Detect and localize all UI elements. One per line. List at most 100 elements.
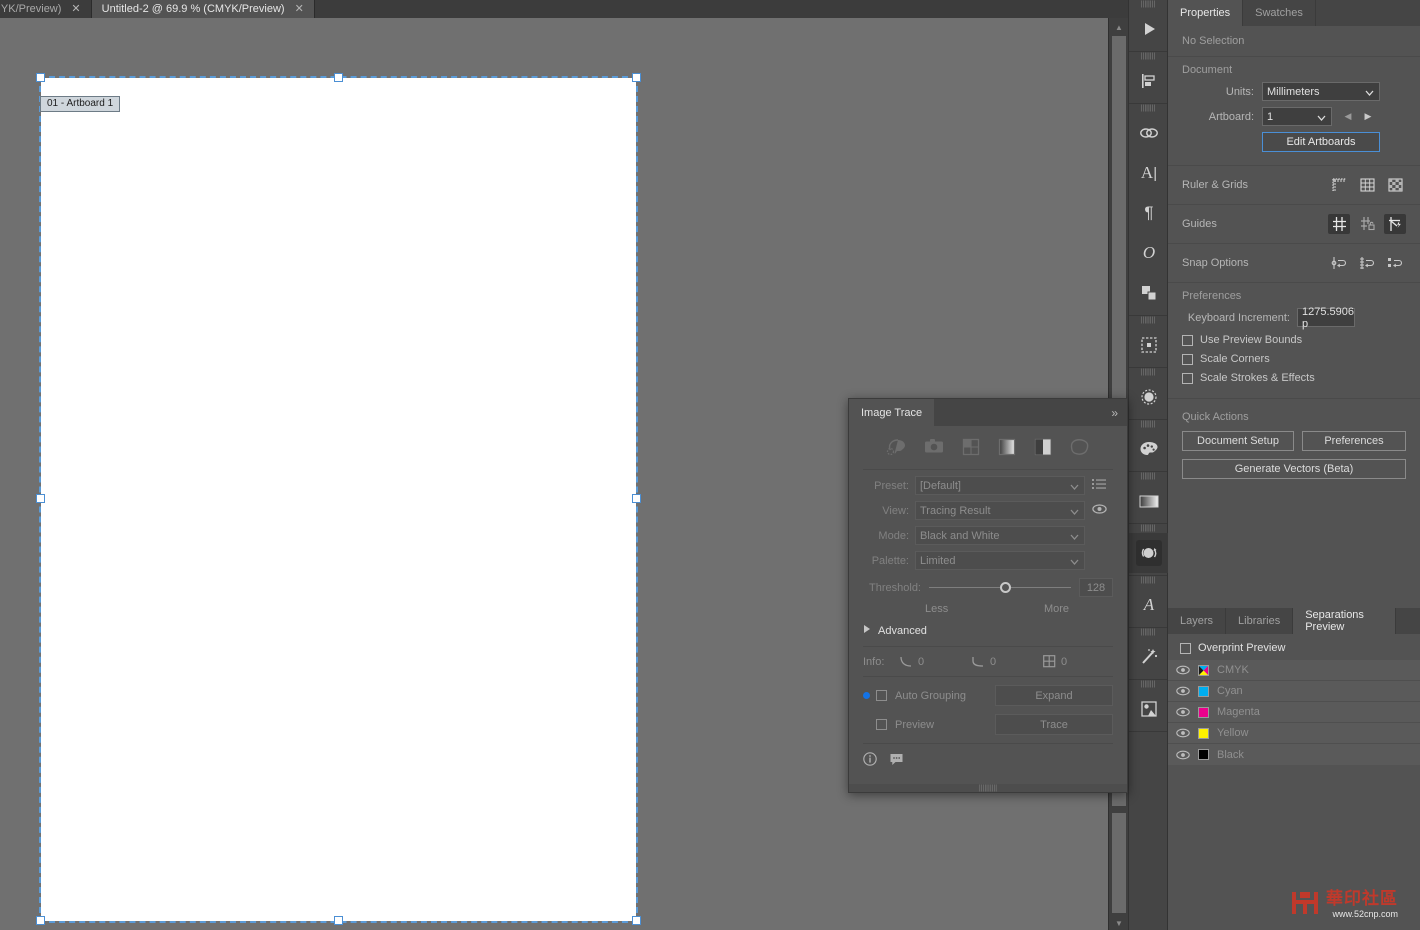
advanced-disclosure[interactable]: Advanced [863,624,1113,637]
image-trace-icon[interactable] [1129,533,1169,573]
artboard-name-label[interactable]: 01 - Artboard 1 [40,96,121,112]
tab-libraries[interactable]: Libraries [1226,608,1294,634]
close-icon[interactable]: ✕ [71,3,80,15]
preset-select[interactable]: [Default] [915,476,1085,495]
preset-menu-icon[interactable] [1092,478,1106,493]
drag-grip[interactable]: |||||||| [1129,316,1167,325]
info-icon[interactable] [863,752,877,769]
image-trace-panel[interactable]: Image Trace » Preset: [Default] View: Tr… [848,398,1128,793]
quick-actions-row-2: Generate Vectors (Beta) [1182,459,1406,479]
magic-wand-icon[interactable] [1129,637,1169,677]
drag-grip[interactable]: |||||||| [1129,524,1167,533]
tab-properties[interactable]: Properties [1168,0,1244,26]
scroll-up-icon[interactable]: ▲ [1109,20,1129,36]
glyphs-icon[interactable]: O [1129,233,1169,273]
drag-grip[interactable]: |||||||| [1129,472,1167,481]
eye-icon[interactable] [1176,707,1190,717]
threshold-value-input[interactable]: 128 [1079,578,1113,597]
separation-row-cmyk[interactable]: CMYK [1168,660,1420,681]
panel-resize-grip[interactable]: |||||||||| [849,784,1127,792]
lock-guides-icon[interactable] [1356,214,1378,234]
eye-icon[interactable] [1176,728,1190,738]
separation-row-yellow[interactable]: Yellow [1168,723,1420,744]
smart-guides-icon[interactable] [1384,214,1406,234]
panel-collapse-button[interactable]: » [934,399,1127,426]
link-chain-icon[interactable] [1129,113,1169,153]
mode-select[interactable]: Black and White [915,526,1085,545]
low-color-icon[interactable] [962,438,980,459]
preferences-button[interactable]: Preferences [1302,431,1406,451]
play-arrow-icon[interactable] [1129,9,1169,49]
separation-row-black[interactable]: Black [1168,744,1420,765]
scale-corners-checkbox[interactable]: Scale Corners [1182,353,1406,365]
comment-icon[interactable] [889,753,904,769]
units-select[interactable]: Millimeters [1262,82,1380,101]
outline-icon[interactable] [1070,438,1090,459]
artboards-icon[interactable] [1129,325,1169,365]
tab-image-trace[interactable]: Image Trace [849,399,935,426]
asset-export-icon[interactable] [1129,689,1169,729]
drag-grip[interactable]: |||||||| [1129,104,1167,113]
slider-knob[interactable] [1000,581,1011,593]
color-palette-icon[interactable] [1129,429,1169,469]
separation-row-cyan[interactable]: Cyan [1168,681,1420,702]
tab-swatches[interactable]: Swatches [1243,0,1316,26]
transparency-grid-icon[interactable] [1384,175,1406,195]
tab-separations-preview[interactable]: Separations Preview [1293,608,1396,634]
generate-vectors-button[interactable]: Generate Vectors (Beta) [1182,459,1406,479]
type-tool-icon[interactable]: A | [1129,153,1169,193]
auto-grouping-checkbox[interactable] [876,690,887,701]
preview-checkbox[interactable] [876,719,887,730]
drag-grip[interactable]: |||||||| [1129,52,1167,61]
close-icon[interactable]: ✕ [295,3,304,15]
trace-button[interactable]: Trace [995,714,1113,735]
edit-artboards-button[interactable]: Edit Artboards [1262,132,1380,152]
tab-layers[interactable]: Layers [1168,608,1227,634]
drag-grip[interactable]: |||||||| [1129,420,1167,429]
next-artboard-icon[interactable]: ▶ [1361,108,1375,126]
scale-strokes-effects-checkbox[interactable]: Scale Strokes & Effects [1182,372,1406,384]
palette-select[interactable]: Limited [915,551,1085,570]
eye-icon[interactable] [1176,665,1190,675]
drag-grip[interactable]: |||||||| [1129,680,1167,689]
drag-grip[interactable]: |||||||| [1129,0,1167,9]
transform-icon[interactable] [1129,273,1169,313]
separation-row-magenta[interactable]: Magenta [1168,702,1420,723]
eye-icon[interactable] [1176,750,1190,760]
document-setup-button[interactable]: Document Setup [1182,431,1294,451]
black-and-white-icon[interactable] [1034,438,1052,459]
overprint-preview-checkbox[interactable]: Overprint Preview [1180,642,1410,654]
expand-button[interactable]: Expand [995,685,1113,706]
threshold-slider[interactable] [929,581,1071,594]
artboard[interactable] [41,78,636,921]
show-guides-icon[interactable] [1328,214,1350,234]
grid-icon[interactable] [1356,175,1378,195]
tab-label: Properties [1180,7,1231,19]
drag-grip[interactable]: |||||||| [1129,628,1167,637]
use-preview-bounds-checkbox[interactable]: Use Preview Bounds [1182,334,1406,346]
snap-to-grid-icon[interactable] [1356,253,1378,273]
auto-color-icon[interactable] [886,438,906,459]
scrollbar-thumb-lower[interactable] [1112,813,1126,913]
transparency-icon[interactable] [1129,377,1169,417]
gradient-icon[interactable] [1129,481,1169,521]
paragraph-icon[interactable]: ¶ [1129,193,1169,233]
keyboard-increment-input[interactable]: 1275.5906 p [1297,306,1355,330]
document-tab-1[interactable]: Untitled-2 @ 69.9 % (CMYK/Preview) ✕ [91,0,315,18]
ruler-icon[interactable] [1328,175,1350,195]
eye-icon[interactable] [1176,686,1190,696]
high-color-icon[interactable] [924,438,944,459]
drag-grip[interactable]: |||||||| [1129,368,1167,377]
scroll-down-icon[interactable]: ▼ [1109,916,1129,930]
snap-to-pixel-icon[interactable] [1384,253,1406,273]
snap-to-point-icon[interactable] [1328,253,1350,273]
eye-icon[interactable] [1092,504,1107,517]
appearance-icon[interactable]: A [1129,585,1169,625]
align-icon[interactable] [1129,61,1169,101]
view-select[interactable]: Tracing Result [915,501,1085,520]
document-tab-0[interactable]: 00 % (CMYK/Preview) ✕ [0,0,92,18]
prev-artboard-icon[interactable]: ◀ [1341,108,1355,126]
grayscale-icon[interactable] [998,438,1016,459]
drag-grip[interactable]: |||||||| [1129,576,1167,585]
artboard-select[interactable]: 1 [1262,107,1332,126]
